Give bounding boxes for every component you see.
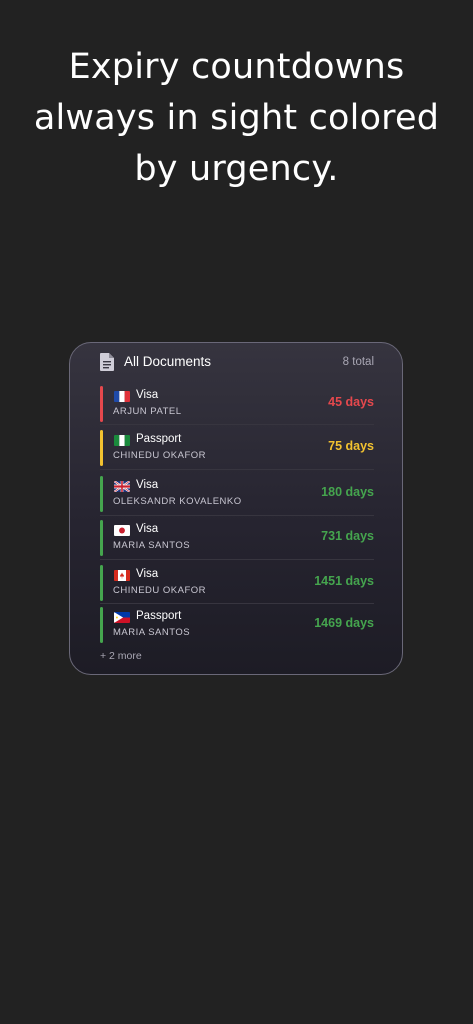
row-divider (100, 469, 374, 470)
nigeria-flag-icon (114, 435, 130, 446)
document-row[interactable]: Visa MARIA SANTOS 731 days (100, 519, 374, 559)
document-row[interactable]: Visa ARJUN PATEL 45 days (100, 385, 374, 425)
row-divider (100, 559, 374, 560)
holder-name: CHINEDU OKAFOR (113, 585, 207, 596)
more-documents-link[interactable]: + 2 more (100, 650, 142, 662)
uk-flag-icon (114, 481, 130, 492)
document-row[interactable]: Visa CHINEDU OKAFOR 1451 days (100, 564, 374, 604)
urgency-bar (100, 520, 103, 556)
days-remaining: 1469 days (314, 616, 374, 630)
urgency-bar (100, 386, 103, 422)
headline-line-1: Expiry countdowns (68, 47, 405, 87)
canada-flag-icon (114, 570, 130, 581)
all-documents-widget[interactable]: All Documents 8 total Visa ARJUN PATEL 4… (69, 342, 403, 675)
row-divider (100, 603, 374, 604)
days-remaining: 180 days (321, 485, 374, 499)
days-remaining: 1451 days (314, 574, 374, 588)
headline-line-3: by urgency. (134, 149, 339, 189)
days-remaining: 75 days (328, 439, 374, 453)
document-row[interactable]: Passport CHINEDU OKAFOR 75 days (100, 429, 374, 469)
document-type: Passport (136, 433, 182, 445)
document-type: Visa (136, 479, 159, 491)
headline-line-2: always in sight colored (33, 98, 440, 138)
holder-name: MARIA SANTOS (113, 627, 191, 638)
philippines-flag-icon (114, 612, 130, 623)
widget-header: All Documents 8 total (100, 352, 374, 380)
holder-name: ARJUN PATEL (113, 406, 182, 417)
document-type: Visa (136, 389, 159, 401)
document-row[interactable]: Passport MARIA SANTOS 1469 days (100, 606, 374, 646)
document-icon (100, 353, 114, 371)
document-type: Visa (136, 523, 159, 535)
widget-title: All Documents (124, 354, 212, 369)
holder-name: OLEKSANDR KOVALENKO (113, 496, 242, 507)
days-remaining: 731 days (321, 529, 374, 543)
urgency-bar (100, 430, 103, 466)
document-row[interactable]: Visa OLEKSANDR KOVALENKO 180 days (100, 475, 374, 515)
holder-name: MARIA SANTOS (113, 540, 191, 551)
urgency-bar (100, 607, 103, 643)
document-type: Passport (136, 610, 182, 622)
document-type: Visa (136, 568, 159, 580)
days-remaining: 45 days (328, 395, 374, 409)
urgency-bar (100, 565, 103, 601)
urgency-bar (100, 476, 103, 512)
documents-total-count: 8 total (342, 356, 374, 368)
row-divider (100, 424, 374, 425)
holder-name: CHINEDU OKAFOR (113, 450, 207, 461)
row-divider (100, 515, 374, 516)
japan-flag-icon (114, 525, 130, 536)
france-flag-icon (114, 391, 130, 402)
headline: Expiry countdowns always in sight colore… (0, 42, 473, 195)
